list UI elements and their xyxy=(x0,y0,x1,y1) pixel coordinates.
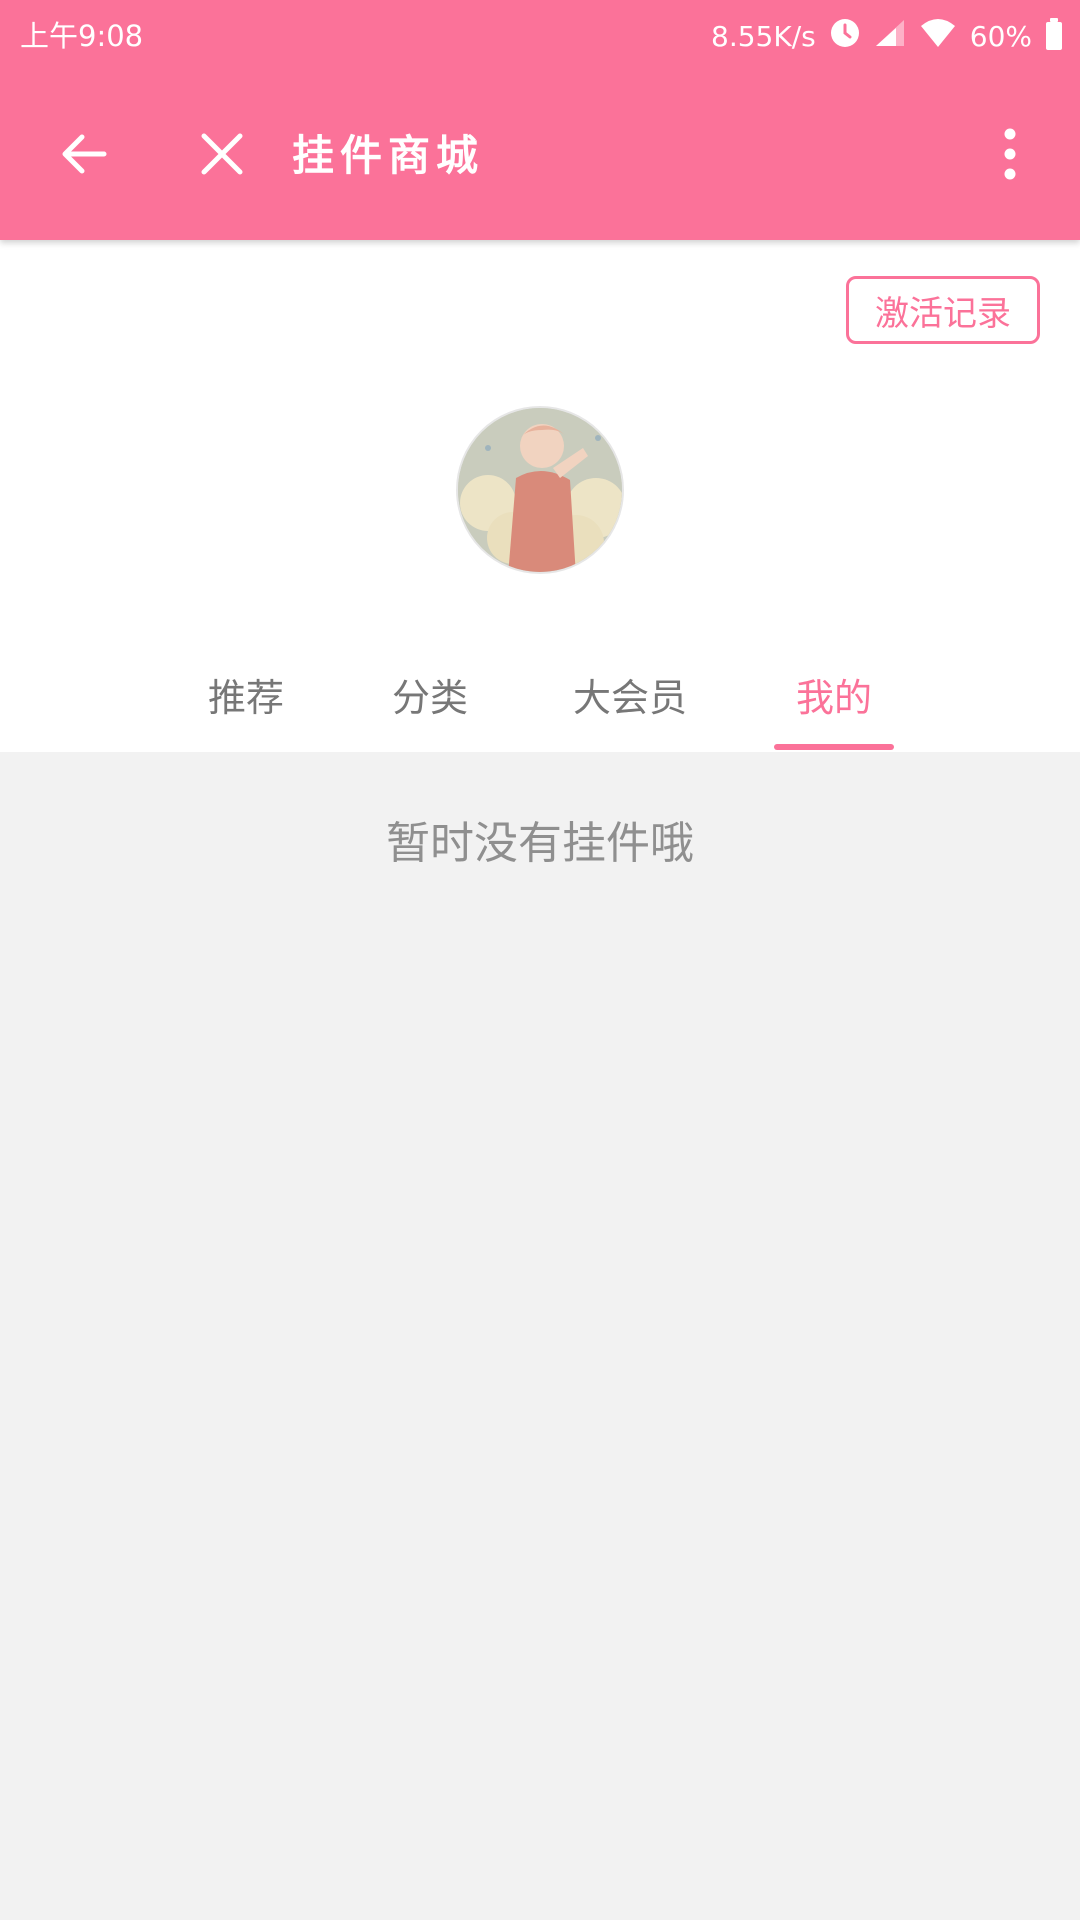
clock-icon xyxy=(830,18,860,55)
status-icons: 8.55K/s 60% xyxy=(711,16,1062,56)
battery-percent: 60% xyxy=(969,19,1032,53)
status-bar: 上午9:08 8.55K/s 60% xyxy=(0,0,1080,72)
tab-label: 大会员 xyxy=(572,676,687,720)
activation-record-button[interactable]: 激活记录 xyxy=(846,276,1040,344)
back-button[interactable] xyxy=(42,114,126,198)
tab-bar: 推荐 分类 大会员 我的 xyxy=(0,660,1080,752)
close-icon xyxy=(198,130,246,182)
more-vertical-icon xyxy=(1002,128,1018,184)
net-speed: 8.55K/s xyxy=(711,19,816,53)
tab-label: 我的 xyxy=(795,676,872,720)
tab-mine[interactable]: 我的 xyxy=(774,660,894,752)
signal-icon xyxy=(874,18,906,55)
tab-active-indicator xyxy=(774,744,894,750)
profile-section: 激活记录 推荐 分类 大会员 我的 xyxy=(0,240,1080,752)
status-time: 上午9:08 xyxy=(20,19,144,53)
wifi-icon xyxy=(920,18,956,55)
toolbar: 挂件商城 xyxy=(0,72,1080,240)
tab-vip[interactable]: 大会员 xyxy=(560,660,700,752)
empty-state-message: 暂时没有挂件哦 xyxy=(386,818,694,869)
pendant-list-area: 暂时没有挂件哦 xyxy=(0,752,1080,1920)
more-options-button[interactable] xyxy=(968,114,1052,198)
arrow-left-icon xyxy=(58,128,110,184)
battery-icon xyxy=(1046,18,1062,50)
tab-recommend[interactable]: 推荐 xyxy=(186,660,306,752)
tab-category[interactable]: 分类 xyxy=(370,660,490,752)
tab-label: 分类 xyxy=(391,676,468,720)
avatar[interactable] xyxy=(456,406,624,574)
tab-label: 推荐 xyxy=(207,676,284,720)
close-button[interactable] xyxy=(180,114,264,198)
page-title: 挂件商城 xyxy=(292,131,485,180)
app-header: 上午9:08 8.55K/s 60% 挂件商城 xyxy=(0,0,1080,240)
avatar-image xyxy=(458,408,622,572)
